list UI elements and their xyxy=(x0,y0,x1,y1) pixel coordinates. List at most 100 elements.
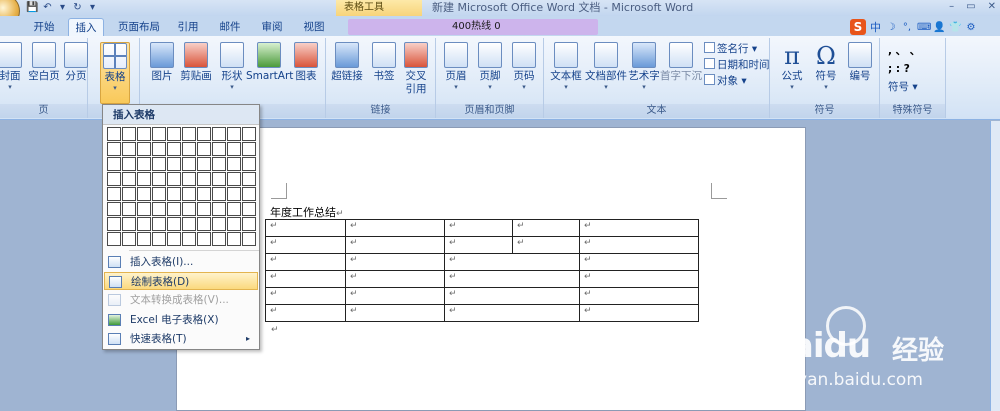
grid-cell[interactable] xyxy=(212,142,226,156)
table-grid-picker[interactable] xyxy=(107,127,256,246)
grid-cell[interactable] xyxy=(152,142,166,156)
grid-cell[interactable] xyxy=(242,142,256,156)
grid-cell[interactable] xyxy=(107,127,121,141)
grid-cell[interactable] xyxy=(107,142,121,156)
table-cell[interactable]: ↵ xyxy=(345,304,445,322)
table-cell[interactable]: ↵ xyxy=(345,253,445,271)
tab-view[interactable]: 视图 xyxy=(298,18,330,36)
convert-text-to-table-menu-item[interactable]: 文本转换成表格(V)... xyxy=(104,291,258,309)
settings-icon[interactable]: ⚙ xyxy=(965,22,977,33)
grid-cell[interactable] xyxy=(197,187,211,201)
qat-customize-icon[interactable]: ▾ xyxy=(86,1,99,14)
maximize-button[interactable]: ▭ xyxy=(966,0,975,14)
grid-cell[interactable] xyxy=(227,172,241,186)
grid-cell[interactable] xyxy=(137,187,151,201)
table-cell[interactable]: ↵ xyxy=(265,270,346,288)
grid-cell[interactable] xyxy=(152,232,166,246)
header-button[interactable]: 页眉 ▾ xyxy=(438,42,474,92)
grid-cell[interactable] xyxy=(242,187,256,201)
grid-cell[interactable] xyxy=(197,217,211,231)
sogou-lang-toggle[interactable]: 中 xyxy=(870,19,881,35)
special-symbols-row-2[interactable]: ; : ? xyxy=(888,62,910,77)
grid-cell[interactable] xyxy=(227,187,241,201)
grid-cell[interactable] xyxy=(197,172,211,186)
grid-cell[interactable] xyxy=(227,232,241,246)
grid-cell[interactable] xyxy=(122,202,136,216)
numbering-button[interactable]: 编号 xyxy=(842,42,878,83)
redo-icon[interactable]: ↻ xyxy=(71,1,84,14)
clip-art-button[interactable]: 剪贴画 xyxy=(176,42,216,83)
grid-cell[interactable] xyxy=(197,157,211,171)
grid-cell[interactable] xyxy=(227,217,241,231)
grid-cell[interactable] xyxy=(167,202,181,216)
grid-cell[interactable] xyxy=(182,172,196,186)
grid-cell[interactable] xyxy=(152,172,166,186)
grid-cell[interactable] xyxy=(167,142,181,156)
table-cell[interactable]: ↵ xyxy=(579,304,699,322)
close-button[interactable]: ✕ xyxy=(988,0,996,14)
table-cell[interactable]: ↵ xyxy=(345,236,445,254)
grid-cell[interactable] xyxy=(167,172,181,186)
grid-cell[interactable] xyxy=(122,232,136,246)
grid-cell[interactable] xyxy=(152,157,166,171)
footer-button[interactable]: 页脚 ▾ xyxy=(472,42,508,92)
equation-button[interactable]: π 公式 ▾ xyxy=(774,42,810,92)
grid-cell[interactable] xyxy=(242,232,256,246)
table-cell[interactable]: ↵ xyxy=(345,270,445,288)
grid-cell[interactable] xyxy=(122,127,136,141)
table-button[interactable]: 表格 ▾ xyxy=(100,42,130,104)
bookmark-button[interactable]: 书签 xyxy=(366,42,402,83)
grid-cell[interactable] xyxy=(137,172,151,186)
quick-parts-button[interactable]: 文档部件 ▾ xyxy=(584,42,628,92)
table-cell[interactable]: ↵ xyxy=(512,236,580,254)
grid-cell[interactable] xyxy=(167,232,181,246)
grid-cell[interactable] xyxy=(227,202,241,216)
table-cell[interactable]: ↵ xyxy=(345,287,445,305)
table-cell[interactable]: ↵ xyxy=(579,270,699,288)
blank-page-button[interactable]: 空白页 xyxy=(26,42,62,83)
sogou-logo-icon[interactable]: S xyxy=(850,19,866,35)
grid-cell[interactable] xyxy=(212,127,226,141)
insert-table-menu-item[interactable]: 插入表格(I)... xyxy=(104,253,258,271)
document-table[interactable]: ↵ ↵ ↵ ↵ ↵ ↵ ↵ ↵ ↵ ↵ ↵ ↵ ↵ ↵ ↵ ↵ ↵ ↵ ↵ ↵ xyxy=(265,219,699,322)
grid-cell[interactable] xyxy=(197,232,211,246)
grid-cell[interactable] xyxy=(212,232,226,246)
grid-cell[interactable] xyxy=(137,232,151,246)
keyboard-icon[interactable]: ⌨ xyxy=(917,22,931,33)
tab-page-layout[interactable]: 页面布局 xyxy=(112,18,166,36)
smartart-button[interactable]: SmartArt xyxy=(246,42,293,83)
table-cell[interactable]: ↵ xyxy=(512,219,580,237)
grid-cell[interactable] xyxy=(227,127,241,141)
excel-spreadsheet-menu-item[interactable]: Excel 电子表格(X) xyxy=(104,311,258,329)
save-icon[interactable]: 💾 xyxy=(26,1,39,14)
grid-cell[interactable] xyxy=(122,217,136,231)
grid-cell[interactable] xyxy=(182,142,196,156)
undo-icon[interactable]: ↶ xyxy=(41,1,54,14)
grid-cell[interactable] xyxy=(182,127,196,141)
grid-cell[interactable] xyxy=(197,202,211,216)
grid-cell[interactable] xyxy=(152,217,166,231)
minimize-button[interactable]: – xyxy=(949,0,954,14)
grid-cell[interactable] xyxy=(137,127,151,141)
grid-cell[interactable] xyxy=(212,172,226,186)
hyperlink-button[interactable]: 超链接 xyxy=(330,42,364,83)
user-icon[interactable]: 👤 xyxy=(933,22,945,33)
grid-cell[interactable] xyxy=(167,127,181,141)
grid-cell[interactable] xyxy=(182,187,196,201)
table-cell[interactable]: ↵ xyxy=(579,236,699,254)
table-cell[interactable]: ↵ xyxy=(265,236,346,254)
table-cell[interactable]: ↵ xyxy=(345,219,445,237)
cover-page-button[interactable]: 封面 ▾ xyxy=(0,42,28,92)
grid-cell[interactable] xyxy=(107,172,121,186)
grid-cell[interactable] xyxy=(137,157,151,171)
shapes-button[interactable]: 形状 ▾ xyxy=(214,42,250,92)
grid-cell[interactable] xyxy=(242,157,256,171)
table-cell[interactable]: ↵ xyxy=(444,219,513,237)
grid-cell[interactable] xyxy=(167,157,181,171)
grid-cell[interactable] xyxy=(242,172,256,186)
grid-cell[interactable] xyxy=(197,127,211,141)
grid-cell[interactable] xyxy=(227,157,241,171)
grid-cell[interactable] xyxy=(137,142,151,156)
moon-icon[interactable]: ☽ xyxy=(885,22,897,33)
grid-cell[interactable] xyxy=(182,157,196,171)
